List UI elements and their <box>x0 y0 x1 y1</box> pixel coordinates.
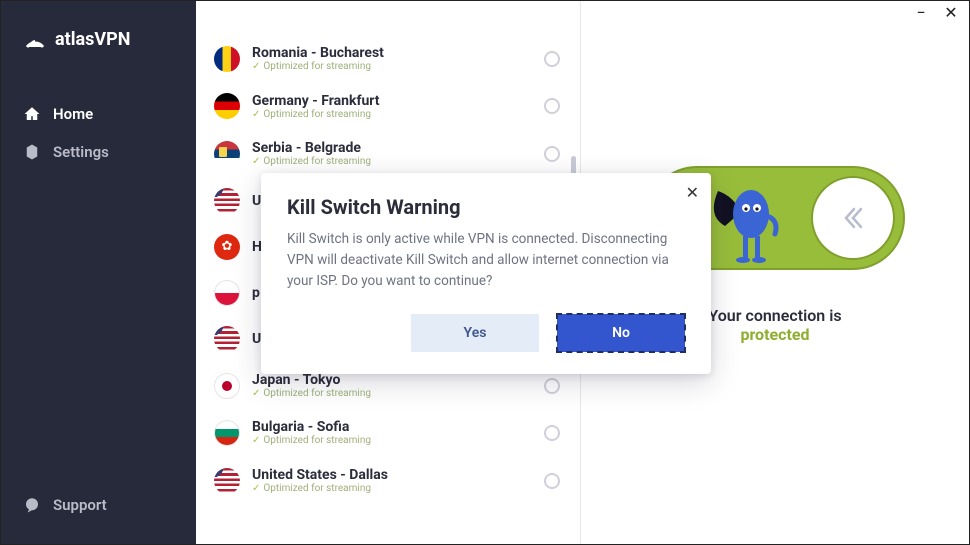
modal-title: Kill Switch Warning <box>287 195 685 219</box>
modal-body-text: Kill Switch is only active while VPN is … <box>287 229 685 292</box>
yes-button[interactable]: Yes <box>411 314 539 352</box>
no-button[interactable]: No <box>557 314 685 352</box>
close-icon[interactable]: ✕ <box>686 183 699 202</box>
modal-actions: Yes No <box>287 314 685 352</box>
kill-switch-warning-modal: ✕ Kill Switch Warning Kill Switch is onl… <box>261 173 711 374</box>
app-window: − ✕ atlasVPN Home Settings Support <box>0 0 970 545</box>
